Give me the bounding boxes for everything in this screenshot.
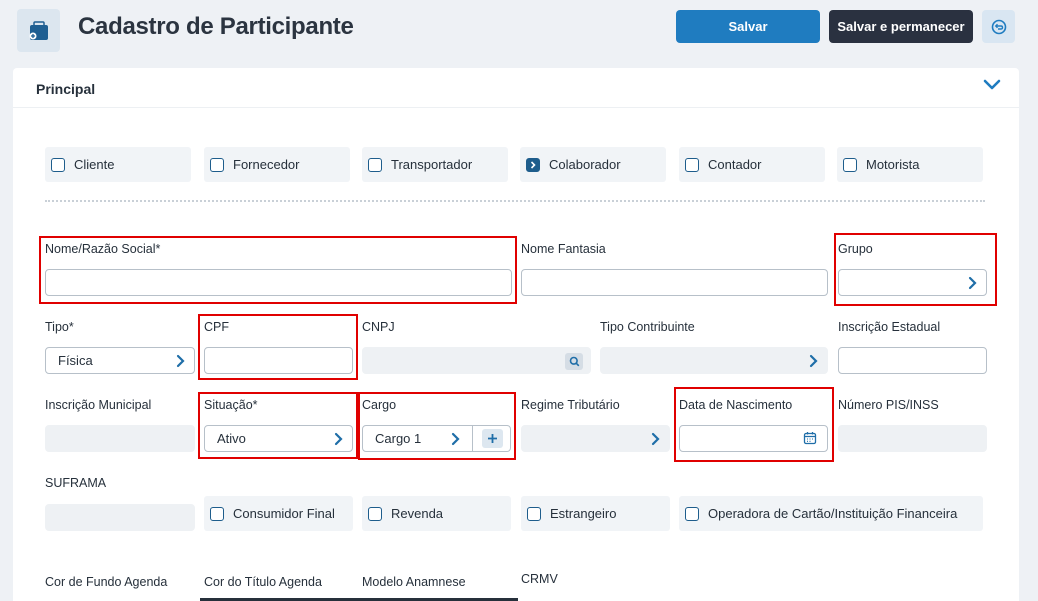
checkbox-fornecedor[interactable]: Fornecedor: [204, 147, 350, 182]
crmv-label: CRMV: [521, 572, 558, 586]
regime-tributario-select[interactable]: [521, 425, 670, 452]
checkbox-icon[interactable]: [368, 157, 382, 172]
tipo-contribuinte-label: Tipo Contribuinte: [600, 320, 695, 334]
checkbox-icon[interactable]: [210, 157, 224, 172]
cor-fundo-agenda-label: Cor de Fundo Agenda: [45, 575, 168, 589]
checkbox-operadora-cartao[interactable]: Operadora de Cartão/Instituição Financei…: [679, 496, 983, 531]
inscricao-municipal-input: [45, 425, 195, 452]
divider: [45, 200, 985, 202]
chevron-right-icon[interactable]: [175, 354, 185, 371]
tipo-value: Física: [58, 353, 93, 368]
chevron-right-icon[interactable]: [650, 432, 660, 449]
save-and-stay-button[interactable]: Salvar e permanecer: [829, 10, 973, 43]
page-title: Cadastro de Participante: [78, 13, 354, 40]
checkbox-icon[interactable]: [527, 506, 541, 521]
suframa-input: [45, 504, 195, 531]
checkbox-transportador[interactable]: Transportador: [362, 147, 508, 182]
highlight-box: [358, 392, 516, 460]
inscricao-estadual-label: Inscrição Estadual: [838, 320, 941, 334]
highlight-box: [674, 387, 834, 462]
tipo-contribuinte-select[interactable]: [600, 347, 828, 374]
inscricao-estadual-input[interactable]: [838, 347, 987, 374]
checkbox-icon[interactable]: [685, 506, 699, 521]
numero-pis-input: [838, 425, 987, 452]
checkbox-estrangeiro[interactable]: Estrangeiro: [521, 496, 670, 531]
cnpj-input: [362, 347, 591, 374]
highlight-box: [834, 233, 997, 306]
suframa-label: SUFRAMA: [45, 476, 107, 490]
checkbox-motorista[interactable]: Motorista: [837, 147, 983, 182]
section-header-principal[interactable]: Principal: [13, 68, 1019, 108]
chevron-down-icon[interactable]: [983, 78, 1001, 96]
cor-titulo-agenda-label: Cor do Título Agenda: [204, 575, 322, 589]
page-header: Cadastro de Participante Salvar Salvar e…: [0, 0, 1038, 62]
nome-fantasia-input[interactable]: [521, 269, 828, 296]
undo-icon[interactable]: [982, 10, 1015, 43]
checkbox-checked-icon[interactable]: [526, 157, 540, 172]
section-title: Principal: [36, 81, 96, 97]
highlight-box: [198, 392, 358, 459]
modelo-anamnese-label: Modelo Anamnese: [362, 575, 466, 589]
tipo-label: Tipo*: [45, 320, 74, 334]
checkbox-icon[interactable]: [51, 157, 65, 172]
checkbox-colaborador[interactable]: Colaborador: [520, 147, 666, 182]
numero-pis-label: Número PIS/INSS: [838, 398, 939, 412]
checkbox-icon[interactable]: [210, 506, 224, 521]
chevron-right-icon[interactable]: [808, 354, 818, 371]
inscricao-municipal-label: Inscrição Municipal: [45, 398, 152, 412]
checkbox-icon[interactable]: [843, 157, 857, 172]
checkbox-revenda[interactable]: Revenda: [362, 496, 511, 531]
nome-fantasia-label: Nome Fantasia: [521, 242, 606, 256]
checkbox-icon[interactable]: [685, 157, 699, 172]
folder-icon: [17, 9, 60, 52]
highlight-box: [198, 314, 358, 380]
checkbox-contador[interactable]: Contador: [679, 147, 825, 182]
regime-tributario-label: Regime Tributário: [521, 398, 620, 412]
checkbox-consumidor-final[interactable]: Consumidor Final: [204, 496, 353, 531]
checkbox-icon[interactable]: [368, 506, 382, 521]
search-icon[interactable]: [565, 353, 583, 370]
checkbox-cliente[interactable]: Cliente: [45, 147, 191, 182]
save-button[interactable]: Salvar: [676, 10, 820, 43]
highlight-box: [39, 236, 517, 304]
cnpj-label: CNPJ: [362, 320, 395, 334]
tipo-select[interactable]: Física: [45, 347, 195, 374]
